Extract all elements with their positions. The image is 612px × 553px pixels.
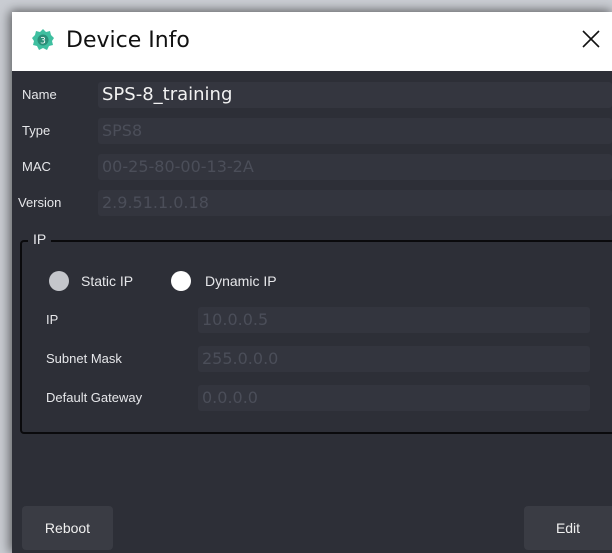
- mac-field: 00-25-80-00-13-2A: [98, 154, 612, 180]
- subnet-mask-label: Subnet Mask: [46, 351, 122, 366]
- title-bar: 3 Device Info: [12, 12, 612, 71]
- app-badge-icon: 3: [32, 29, 54, 50]
- ip-field: 10.0.0.5: [198, 307, 590, 333]
- static-ip-radio[interactable]: [49, 271, 69, 291]
- version-row: Version 2.9.51.1.0.18: [12, 189, 612, 217]
- ip-label: IP: [46, 312, 59, 327]
- ip-group-title: IP: [28, 230, 52, 248]
- type-row: Type SPS8: [12, 117, 612, 145]
- type-label: Type: [22, 123, 51, 138]
- dynamic-ip-radio[interactable]: [171, 271, 191, 291]
- default-gateway-field: 0.0.0.0: [198, 385, 590, 411]
- edit-button[interactable]: Edit: [524, 506, 612, 550]
- name-field[interactable]: SPS-8_training: [98, 82, 612, 108]
- subnet-mask-field: 255.0.0.0: [198, 346, 590, 372]
- type-field: SPS8: [98, 118, 612, 144]
- close-icon[interactable]: [578, 26, 604, 52]
- version-field: 2.9.51.1.0.18: [98, 190, 612, 216]
- mac-label: MAC: [22, 159, 51, 174]
- version-label: Version: [18, 195, 62, 210]
- reboot-button[interactable]: Reboot: [22, 506, 113, 550]
- device-info-dialog: 3 Device Info Name SPS-8_training Type S…: [12, 12, 612, 553]
- mac-row: MAC 00-25-80-00-13-2A: [12, 153, 612, 181]
- default-gateway-label: Default Gateway: [46, 390, 143, 405]
- dialog-title: Device Info: [66, 28, 190, 53]
- svg-text:3: 3: [40, 37, 46, 47]
- name-row: Name SPS-8_training: [12, 81, 612, 109]
- dynamic-ip-label[interactable]: Dynamic IP: [205, 271, 277, 291]
- static-ip-label[interactable]: Static IP: [81, 271, 133, 291]
- name-label: Name: [22, 87, 57, 102]
